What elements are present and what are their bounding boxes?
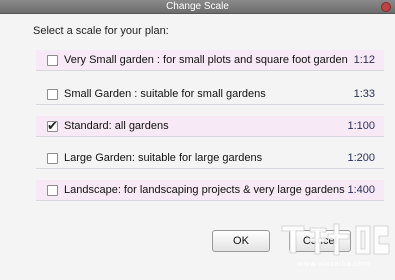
option-label: Large Garden: suitable for large gardens (64, 152, 263, 164)
option-landscape[interactable]: Landscape: for landscaping projects & ve… (36, 180, 384, 201)
option-label: Landscape: for landscaping projects & ve… (64, 184, 345, 196)
option-scale: 1:100 (347, 120, 375, 132)
option-label: Small Garden : suitable for small garden… (64, 88, 266, 100)
checkbox-small-garden[interactable] (47, 89, 58, 100)
option-scale: 1:400 (347, 184, 375, 196)
option-very-small-garden[interactable]: Very Small garden : for small plots and … (36, 50, 384, 71)
checkbox-landscape[interactable] (47, 185, 58, 196)
checkmark-icon: ✔ (47, 118, 58, 133)
watermark-text: www.xiazaiba.com (297, 260, 371, 268)
watermark-logo: www.xiazaiba.com (276, 218, 392, 278)
option-scale: 1:33 (353, 88, 375, 100)
scale-prompt: Select a scale for your plan: (33, 25, 169, 37)
checkbox-standard[interactable]: ✔ (47, 118, 58, 133)
option-scale: 1:12 (353, 54, 375, 66)
close-icon[interactable] (381, 2, 391, 12)
option-standard[interactable]: ✔ Standard: all gardens 1:100 (36, 116, 384, 137)
option-label: Very Small garden : for small plots and … (64, 54, 348, 66)
checkbox-large-garden[interactable] (47, 153, 58, 164)
title-bar: Change Scale (0, 0, 395, 14)
option-small-garden[interactable]: Small Garden : suitable for small garden… (36, 84, 384, 105)
window-title: Change Scale (166, 1, 229, 12)
ok-button[interactable]: OK (212, 230, 270, 252)
checkbox-very-small-garden[interactable] (47, 55, 58, 66)
option-scale: 1:200 (347, 152, 375, 164)
option-large-garden[interactable]: Large Garden: suitable for large gardens… (36, 148, 384, 169)
option-label: Standard: all gardens (64, 120, 169, 132)
